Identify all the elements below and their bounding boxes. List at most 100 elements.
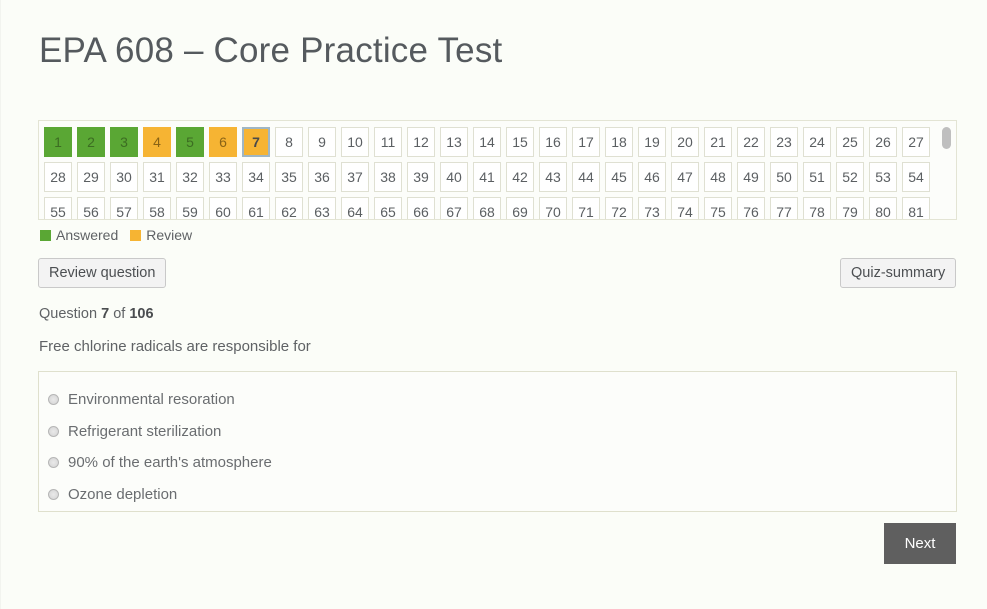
question-cell-68[interactable]: 68 <box>473 197 501 219</box>
question-cell-1[interactable]: 1 <box>44 127 72 157</box>
question-cell-11[interactable]: 11 <box>374 127 402 157</box>
question-cell-50[interactable]: 50 <box>770 162 798 192</box>
question-cell-75[interactable]: 75 <box>704 197 732 219</box>
question-cell-67[interactable]: 67 <box>440 197 468 219</box>
question-cell-80[interactable]: 80 <box>869 197 897 219</box>
question-cell-76[interactable]: 76 <box>737 197 765 219</box>
question-counter-current: 7 <box>101 306 110 322</box>
answer-option[interactable]: 90% of the earth's atmosphere <box>39 447 956 479</box>
question-cell-8[interactable]: 8 <box>275 127 303 157</box>
radio-button-icon[interactable] <box>48 425 59 437</box>
question-cell-42[interactable]: 42 <box>506 162 534 192</box>
question-cell-43[interactable]: 43 <box>539 162 567 192</box>
next-button[interactable]: Next <box>884 523 956 564</box>
question-cell-41[interactable]: 41 <box>473 162 501 192</box>
question-cell-29[interactable]: 29 <box>77 162 105 192</box>
question-cell-74[interactable]: 74 <box>671 197 699 219</box>
question-cell-81[interactable]: 81 <box>902 197 930 219</box>
question-cell-3[interactable]: 3 <box>110 127 138 157</box>
question-cell-12[interactable]: 12 <box>407 127 435 157</box>
answer-option[interactable]: Refrigerant sterilization <box>39 416 956 448</box>
question-cell-34[interactable]: 34 <box>242 162 270 192</box>
question-cell-46[interactable]: 46 <box>638 162 666 192</box>
question-cell-30[interactable]: 30 <box>110 162 138 192</box>
question-cell-22[interactable]: 22 <box>737 127 765 157</box>
question-cell-24[interactable]: 24 <box>803 127 831 157</box>
radio-button-icon[interactable] <box>48 457 59 469</box>
question-cell-66[interactable]: 66 <box>407 197 435 219</box>
review-question-button[interactable]: Review question <box>38 258 167 288</box>
question-navigation-grid[interactable]: 1 2 3 4 5 6 7 8 9 10 11 12 13 14 15 16 17 18 19 20 21 22 23 24 2… <box>38 120 957 220</box>
question-cell-23[interactable]: 23 <box>770 127 798 157</box>
question-cell-57[interactable]: 57 <box>110 197 138 219</box>
question-cell-58[interactable]: 58 <box>143 197 171 219</box>
question-cell-14[interactable]: 14 <box>473 127 501 157</box>
quiz-summary-button[interactable]: Quiz-summary <box>840 258 957 288</box>
question-cell-52[interactable]: 52 <box>836 162 864 192</box>
question-cell-47[interactable]: 47 <box>671 162 699 192</box>
question-cell-37[interactable]: 37 <box>341 162 369 192</box>
question-cell-9[interactable]: 9 <box>308 127 336 157</box>
question-cell-2[interactable]: 2 <box>77 127 105 157</box>
question-cell-56[interactable]: 56 <box>77 197 105 219</box>
question-cell-4[interactable]: 4 <box>143 127 171 157</box>
question-cell-70[interactable]: 70 <box>539 197 567 219</box>
question-cell-21[interactable]: 21 <box>704 127 732 157</box>
question-cell-6[interactable]: 6 <box>209 127 237 157</box>
question-cell-48[interactable]: 48 <box>704 162 732 192</box>
question-cell-33[interactable]: 33 <box>209 162 237 192</box>
question-cell-20[interactable]: 20 <box>671 127 699 157</box>
question-cell-53[interactable]: 53 <box>869 162 897 192</box>
question-cell-69[interactable]: 69 <box>506 197 534 219</box>
question-cell-63[interactable]: 63 <box>308 197 336 219</box>
question-cell-5[interactable]: 5 <box>176 127 204 157</box>
question-cell-13[interactable]: 13 <box>440 127 468 157</box>
question-cell-54[interactable]: 54 <box>902 162 930 192</box>
question-cell-18[interactable]: 18 <box>605 127 633 157</box>
answer-option[interactable]: Environmental resoration <box>39 384 956 416</box>
question-cell-36[interactable]: 36 <box>308 162 336 192</box>
question-cell-45[interactable]: 45 <box>605 162 633 192</box>
legend-label-review: Review <box>146 227 193 243</box>
question-cell-78[interactable]: 78 <box>803 197 831 219</box>
question-cell-64[interactable]: 64 <box>341 197 369 219</box>
answer-option-label: Environmental resoration <box>68 391 235 409</box>
question-cell-77[interactable]: 77 <box>770 197 798 219</box>
question-cell-31[interactable]: 31 <box>143 162 171 192</box>
question-cell-79[interactable]: 79 <box>836 197 864 219</box>
answer-option[interactable]: Ozone depletion <box>39 479 956 511</box>
question-cell-60[interactable]: 60 <box>209 197 237 219</box>
question-cell-71[interactable]: 71 <box>572 197 600 219</box>
grid-scrollbar[interactable] <box>942 123 954 218</box>
question-cell-15[interactable]: 15 <box>506 127 534 157</box>
question-cell-61[interactable]: 61 <box>242 197 270 219</box>
question-cell-25[interactable]: 25 <box>836 127 864 157</box>
question-cell-38[interactable]: 38 <box>374 162 402 192</box>
question-cell-28[interactable]: 28 <box>44 162 72 192</box>
grid-scrollbar-thumb[interactable] <box>942 127 951 149</box>
question-cell-72[interactable]: 72 <box>605 197 633 219</box>
question-cell-17[interactable]: 17 <box>572 127 600 157</box>
question-cell-44[interactable]: 44 <box>572 162 600 192</box>
question-cell-55[interactable]: 55 <box>44 197 72 219</box>
question-cell-26[interactable]: 26 <box>869 127 897 157</box>
review-swatch-icon <box>130 229 142 241</box>
radio-button-icon[interactable] <box>48 488 59 500</box>
question-cell-32[interactable]: 32 <box>176 162 204 192</box>
question-cell-40[interactable]: 40 <box>440 162 468 192</box>
question-cell-62[interactable]: 62 <box>275 197 303 219</box>
question-cell-35[interactable]: 35 <box>275 162 303 192</box>
question-cell-51[interactable]: 51 <box>803 162 831 192</box>
question-cell-16[interactable]: 16 <box>539 127 567 157</box>
question-cell-39[interactable]: 39 <box>407 162 435 192</box>
question-cell-59[interactable]: 59 <box>176 197 204 219</box>
question-cell-27[interactable]: 27 <box>902 127 930 157</box>
question-cell-10[interactable]: 10 <box>341 127 369 157</box>
question-cell-list: 1 2 3 4 5 6 7 8 9 10 11 12 13 14 15 16 17 18 19 20 21 22 23 24 2… <box>44 127 942 219</box>
question-cell-65[interactable]: 65 <box>374 197 402 219</box>
question-cell-73[interactable]: 73 <box>638 197 666 219</box>
question-cell-19[interactable]: 19 <box>638 127 666 157</box>
question-cell-49[interactable]: 49 <box>737 162 765 192</box>
question-cell-7[interactable]: 7 <box>242 127 270 157</box>
radio-button-icon[interactable] <box>48 394 59 406</box>
